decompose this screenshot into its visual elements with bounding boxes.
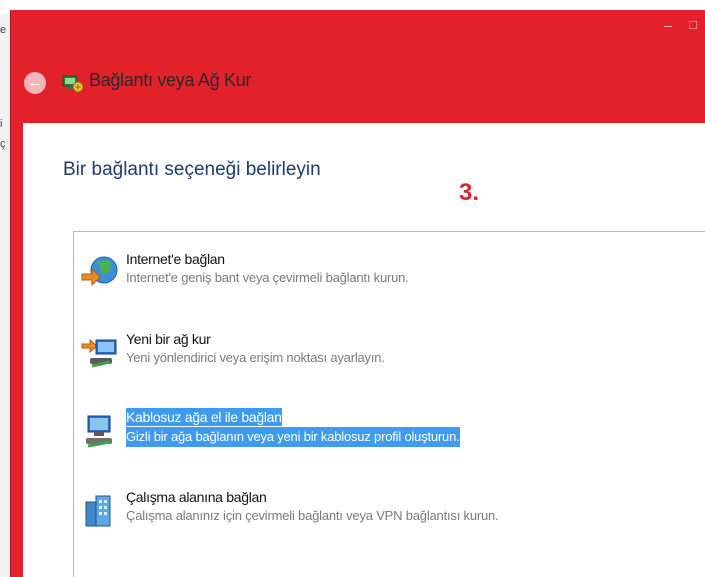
option-title: Kablosuz ağa el ile bağlan — [126, 408, 282, 426]
option-manual-wireless[interactable]: Kablosuz ağa el ile bağlan Gizli bir ağa… — [74, 408, 705, 468]
network-setup-icon — [62, 75, 84, 93]
background-text: e — [0, 24, 7, 36]
option-text: Yeni bir ağ kur Yeni yönlendirici veya e… — [126, 330, 385, 368]
network-router-icon — [81, 338, 117, 368]
connection-wizard-window: – □ ← Bağlantı veya Ağ Kur Bir bağlantı … — [10, 10, 705, 577]
title-bar: – □ — [11, 10, 705, 38]
minimize-button[interactable]: – — [659, 16, 677, 34]
option-title: Çalışma alanına bağlan — [126, 489, 267, 505]
back-arrow-icon: ← — [27, 74, 43, 91]
globe-connect-icon — [81, 256, 118, 287]
option-title: Internet'e bağlan — [126, 251, 225, 267]
option-description: Internet'e geniş bant veya çevirmeli bağ… — [126, 270, 409, 285]
option-workplace[interactable]: Çalışma alanına bağlan Çalışma alanınız … — [74, 488, 705, 548]
maximize-button[interactable]: □ — [689, 16, 705, 34]
option-text: Kablosuz ağa el ile bağlan Gizli bir ağa… — [126, 408, 460, 447]
option-title: Yeni bir ağ kur — [126, 331, 211, 347]
option-text: Internet'e bağlan Internet'e geniş bant … — [126, 250, 409, 288]
background-text: ç — [0, 138, 6, 150]
workplace-vpn-icon — [85, 495, 111, 527]
wireless-computer-icon — [86, 415, 112, 448]
back-button[interactable]: ← — [24, 72, 46, 94]
option-description: Yeni yönlendirici veya erişim noktası ay… — [126, 350, 385, 365]
wizard-header: ← Bağlantı veya Ağ Kur — [11, 58, 705, 108]
option-text: Çalışma alanına bağlan Çalışma alanınız … — [126, 488, 499, 526]
option-description: Çalışma alanınız için çevirmeli bağlantı… — [126, 508, 499, 523]
wizard-content: Bir bağlantı seçeneği belirleyin 3. Inte… — [23, 123, 705, 577]
option-description: Gizli bir ağa bağlanın veya yeni bir kab… — [126, 427, 460, 447]
background-text: i — [0, 118, 3, 130]
step-annotation: 3. — [459, 179, 480, 206]
option-new-network[interactable]: Yeni bir ağ kur Yeni yönlendirici veya e… — [74, 330, 705, 390]
connection-options-list: Internet'e bağlan Internet'e geniş bant … — [73, 231, 705, 577]
background-window-left: e i ç — [0, 14, 10, 577]
window-title: Bağlantı veya Ağ Kur — [89, 70, 252, 90]
screen: e i ç – □ ← Bağlantı veya Ağ Kur Bir bağ… — [0, 0, 705, 577]
option-internet[interactable]: Internet'e bağlan Internet'e geniş bant … — [74, 250, 705, 310]
page-heading: Bir bağlantı seçeneği belirleyin — [63, 159, 321, 180]
